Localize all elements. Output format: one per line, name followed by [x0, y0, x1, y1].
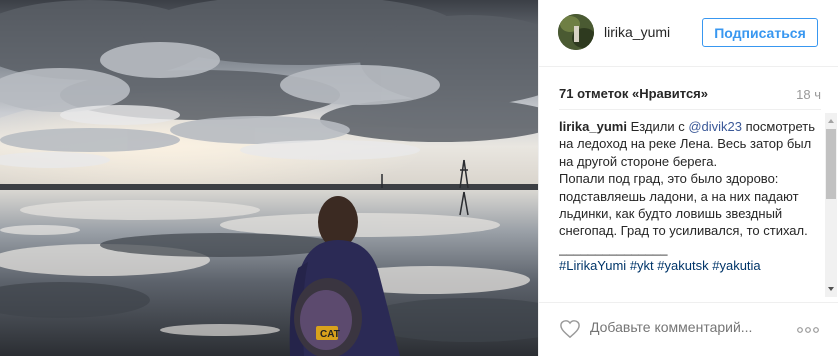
hashtag-link[interactable]: #yakutsk [657, 258, 708, 273]
caption-mention[interactable]: @divik23 [688, 119, 742, 134]
photo-image: CAT [0, 0, 538, 356]
scroll-up-arrow-icon[interactable] [825, 116, 837, 126]
caption-separator: _______________ [559, 240, 668, 256]
likes-row: 71 отметок «Нравится» 18 ч [559, 86, 821, 106]
svg-text:CAT: CAT [320, 329, 340, 340]
caption-area: lirika_yumi Ездили с @divik23 посмотреть… [559, 118, 823, 296]
post-time[interactable]: 18 ч [796, 87, 821, 102]
hashtag-link[interactable]: #LirikaYumi [559, 258, 626, 273]
scrollbar-thumb[interactable] [826, 129, 836, 199]
comment-bar [539, 302, 838, 356]
hashtag-link[interactable]: #yakutia [712, 258, 760, 273]
caption-username[interactable]: lirika_yumi [559, 119, 627, 134]
post-header: lirika_yumi Подписаться [539, 0, 838, 67]
heart-icon[interactable] [559, 319, 581, 339]
scroll-down-arrow-icon[interactable] [825, 284, 837, 294]
caption-text-part3: Попали под град, это было здорово: подст… [559, 171, 808, 239]
more-options-icon[interactable] [797, 327, 819, 333]
hashtag-list: #LirikaYumi #ykt #yakutsk #yakutia [559, 258, 761, 273]
username-link[interactable]: lirika_yumi [604, 24, 670, 40]
follow-button[interactable]: Подписаться [702, 18, 818, 47]
likes-count[interactable]: 71 отметок «Нравится» [559, 86, 708, 101]
divider [559, 109, 821, 110]
post-side-panel: lirika_yumi Подписаться 71 отметок «Нрав… [538, 0, 838, 356]
hashtag-link[interactable]: #ykt [630, 258, 654, 273]
avatar-image [558, 14, 594, 50]
avatar[interactable] [558, 14, 594, 50]
caption-text-part1: Ездили с [630, 119, 689, 134]
comments-scrollbar[interactable] [825, 113, 837, 297]
comment-input[interactable] [590, 319, 775, 335]
post-photo[interactable]: CAT [0, 0, 538, 356]
